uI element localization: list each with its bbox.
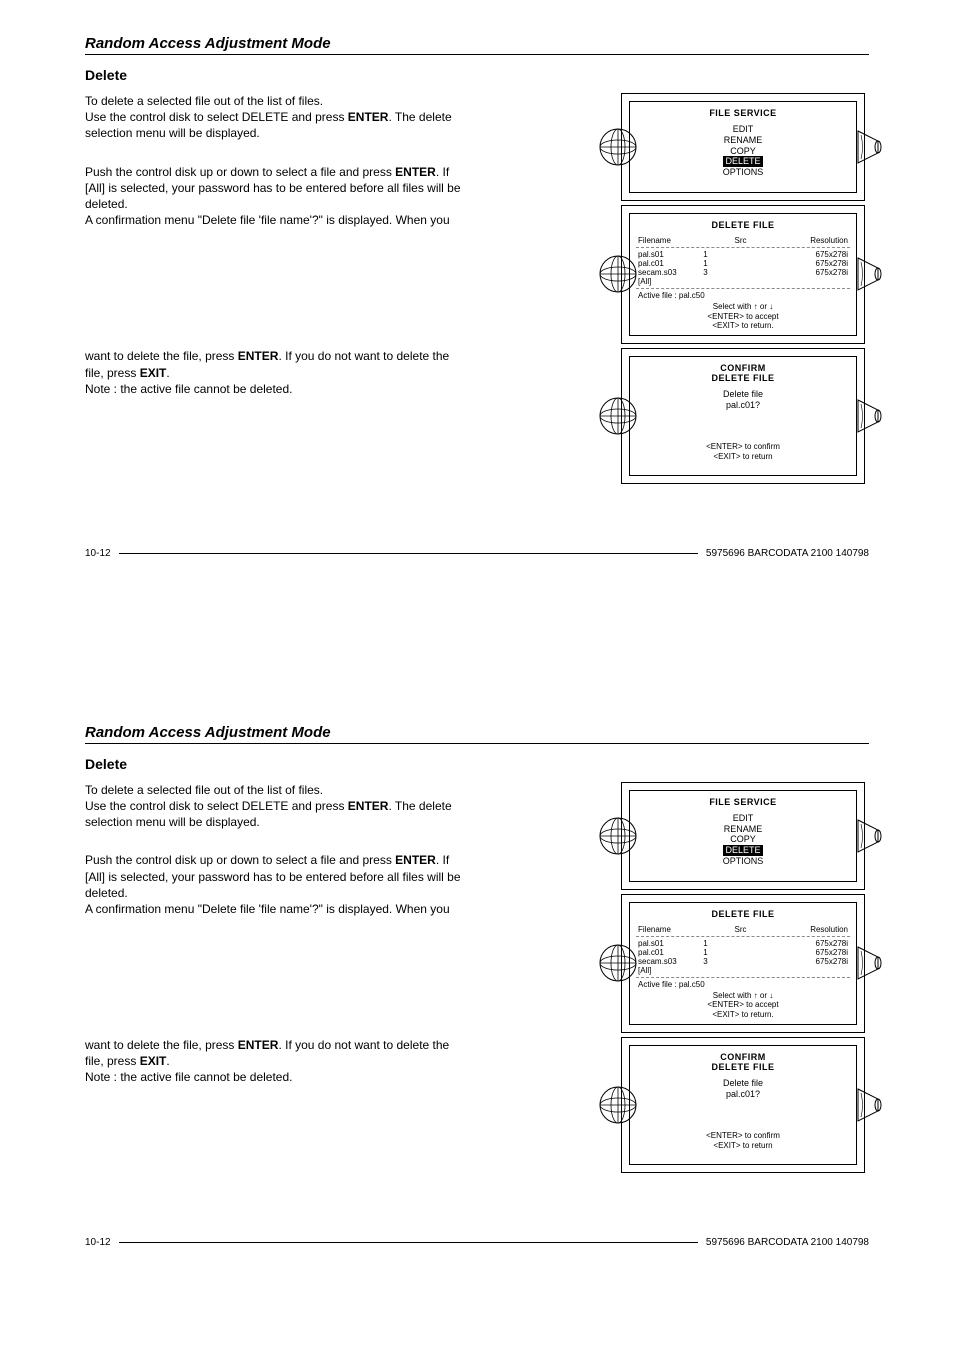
para2b: A confirmation menu "Delete file 'file n… <box>85 213 450 227</box>
para-2: Push the control disk up or down to sele… <box>85 852 465 917</box>
left-column: To delete a selected file out of the lis… <box>85 782 535 1086</box>
projector-icon <box>856 396 884 436</box>
menu2-title: DELETE FILE <box>636 220 850 230</box>
menu2-hints: Select with ↑ or ↓ <ENTER> to accept <EX… <box>636 302 850 331</box>
menu1-item-delete: DELETE <box>723 156 762 167</box>
para-2: Push the control disk up or down to sele… <box>85 164 465 229</box>
menu1-title: FILE SERVICE <box>636 108 850 118</box>
para1a: To delete a selected file out of the lis… <box>85 94 323 108</box>
enter-1: ENTER <box>348 110 389 124</box>
menu1-item-copy: COPY <box>636 146 850 157</box>
para-3: want to delete the file, press ENTER. If… <box>85 348 465 397</box>
menu1-items: EDIT RENAME COPY DELETE OPTIONS <box>636 124 850 178</box>
menu3-body: Delete file pal.c01? <box>636 389 850 412</box>
projector-icon <box>856 254 884 294</box>
content-row: To delete a selected file out of the lis… <box>85 782 869 1177</box>
menu3-title1: CONFIRM <box>636 363 850 373</box>
menu1-item-rename: RENAME <box>636 135 850 146</box>
confirm-delete-menu: CONFIRM DELETE FILE Delete file pal.c01?… <box>621 348 865 484</box>
file-row: [All] <box>636 966 850 975</box>
para2a-pre: Push the control disk up or down to sele… <box>85 165 395 179</box>
globe-icon <box>598 127 638 167</box>
active-file: Active file : pal.c50 <box>636 291 850 300</box>
enter-2: ENTER <box>395 165 436 179</box>
menu1-item-edit: EDIT <box>636 124 850 135</box>
para-1: To delete a selected file out of the lis… <box>85 782 465 831</box>
page-2: Random Access Adjustment Mode Delete To … <box>0 689 954 1283</box>
file-header: Filename Src Resolution <box>636 236 850 245</box>
sub-title: Delete <box>85 756 869 772</box>
para-1: To delete a selected file out of the lis… <box>85 93 465 142</box>
globe-icon <box>598 396 638 436</box>
footer-right: 5975696 BARCODATA 2100 140798 <box>706 548 869 559</box>
exit-1: EXIT <box>140 366 167 380</box>
globe-icon <box>598 254 638 294</box>
footer-line <box>119 1242 698 1243</box>
right-column: FILE SERVICE EDIT RENAME COPY DELETE OPT… <box>545 93 865 488</box>
projector-icon <box>856 943 884 983</box>
footer-left: 10-12 <box>85 548 111 559</box>
globe-icon <box>598 816 638 856</box>
enter-3: ENTER <box>238 349 279 363</box>
section-title: Random Access Adjustment Mode <box>85 35 869 55</box>
hdr-resolution: Resolution <box>810 236 848 245</box>
para3a-pre: want to delete the file, press <box>85 349 238 363</box>
section-title: Random Access Adjustment Mode <box>85 724 869 744</box>
footer-line <box>119 553 698 554</box>
file-row: pal.c011675x278i <box>636 259 850 268</box>
para3b: Note : the active file cannot be deleted… <box>85 382 292 396</box>
globe-icon <box>598 943 638 983</box>
file-service-menu: FILE SERVICE EDIT RENAME COPY DELETE OPT… <box>621 93 865 201</box>
footer-left: 10-12 <box>85 1237 111 1248</box>
footer-right: 5975696 BARCODATA 2100 140798 <box>706 1237 869 1248</box>
sub-title: Delete <box>85 67 869 83</box>
projector-icon <box>856 816 884 856</box>
projector-icon <box>856 1085 884 1125</box>
para-3: want to delete the file, press ENTER. If… <box>85 1037 465 1086</box>
menu3-hints: <ENTER> to confirm <EXIT> to return <box>636 442 850 461</box>
file-row: pal.s011675x278i <box>636 939 850 948</box>
file-row: pal.s011675x278i <box>636 250 850 259</box>
projector-icon <box>856 127 884 167</box>
left-column: To delete a selected file out of the lis… <box>85 93 535 397</box>
content-row: To delete a selected file out of the lis… <box>85 93 869 488</box>
file-row: pal.c011675x278i <box>636 948 850 957</box>
file-service-menu: FILE SERVICE EDIT RENAME COPY DELETE OPT… <box>621 782 865 890</box>
file-row: secam.s033675x278i <box>636 957 850 966</box>
file-row: [All] <box>636 277 850 286</box>
hdr-src: Src <box>735 236 747 245</box>
footer: 10-12 5975696 BARCODATA 2100 140798 <box>85 548 869 559</box>
para3a-post: . <box>166 366 169 380</box>
delete-file-menu: DELETE FILE Filename Src Resolution pal.… <box>621 894 865 1033</box>
menu3-title2: DELETE FILE <box>636 373 850 383</box>
confirm-delete-menu: CONFIRM DELETE FILE Delete file pal.c01?… <box>621 1037 865 1173</box>
menu1-item-options: OPTIONS <box>636 167 850 178</box>
page-1: Random Access Adjustment Mode Delete To … <box>0 0 954 594</box>
hdr-filename: Filename <box>638 236 671 245</box>
right-column: FILE SERVICE EDIT RENAME COPY DELETE OPT… <box>545 782 865 1177</box>
globe-icon <box>598 1085 638 1125</box>
footer: 10-12 5975696 BARCODATA 2100 140798 <box>85 1237 869 1248</box>
delete-file-menu: DELETE FILE Filename Src Resolution pal.… <box>621 205 865 344</box>
para1b-pre: Use the control disk to select DELETE an… <box>85 110 348 124</box>
file-row: secam.s033675x278i <box>636 268 850 277</box>
